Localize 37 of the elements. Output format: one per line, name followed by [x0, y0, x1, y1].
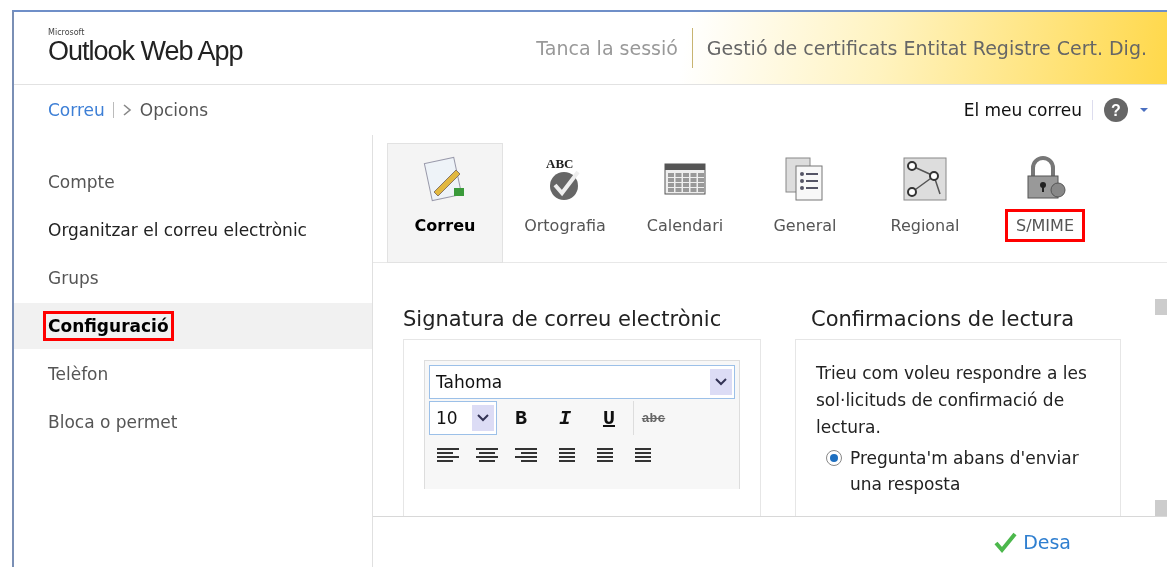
help-icon[interactable]: ? [1103, 97, 1129, 123]
sidebar-item[interactable]: Telèfon [14, 351, 372, 397]
user-name: Gestió de certificats Entitat Registre Cert. Dig. [706, 37, 1147, 59]
save-button[interactable]: Desa [987, 529, 1077, 555]
format-button[interactable]: I [545, 401, 585, 435]
settings-tab[interactable]: ABC Ortografia [507, 143, 623, 263]
radio-option[interactable]: Pregunta'm abans d'enviar una resposta [826, 445, 1100, 497]
sidebar-item[interactable]: Compte [14, 159, 372, 205]
format-button[interactable]: U [589, 401, 629, 435]
chevron-down-icon [715, 378, 727, 386]
settings-tab[interactable]: Correu [387, 143, 503, 263]
settings-tab[interactable]: Calendari [627, 143, 743, 263]
caret-down-icon[interactable] [1139, 107, 1149, 113]
sidebar-item[interactable]: Configuració [14, 303, 372, 349]
format-button[interactable]: B [501, 401, 541, 435]
page-title: Opcions [139, 100, 209, 120]
format-button[interactable]: abc [633, 401, 673, 435]
font-select[interactable]: Tahoma [429, 365, 735, 399]
chevron-right-icon [121, 103, 132, 117]
sidebar-item[interactable]: Organitzar el correu electrònic [14, 207, 372, 253]
sidebar-item[interactable]: Grups [14, 255, 372, 301]
settings-tab[interactable]: General [747, 143, 863, 263]
radio-button[interactable] [826, 450, 842, 466]
section-title: Signatura de correu electrònic [403, 307, 723, 331]
description-text: Trieu com voleu respondre a les sol·licituds de confirmació de lectura. [816, 362, 1088, 439]
app-logo: Outlook Web App [48, 37, 243, 67]
section-title: Confirmacions de lectura [810, 307, 1076, 331]
sidebar-item[interactable]: Bloca o permet [14, 399, 372, 445]
settings-tab[interactable]: S/MIME [987, 143, 1103, 263]
size-select[interactable]: 10 [429, 401, 497, 435]
settings-tab[interactable]: Regional [867, 143, 983, 263]
breadcrumb-link[interactable]: Correu [48, 100, 105, 120]
map-icon [900, 154, 950, 204]
my-mail-link[interactable]: El meu correu [963, 100, 1093, 120]
chevron-down-icon [477, 414, 489, 422]
checkmark-icon [993, 530, 1018, 554]
logo-small-text: Microsoft [48, 29, 85, 38]
